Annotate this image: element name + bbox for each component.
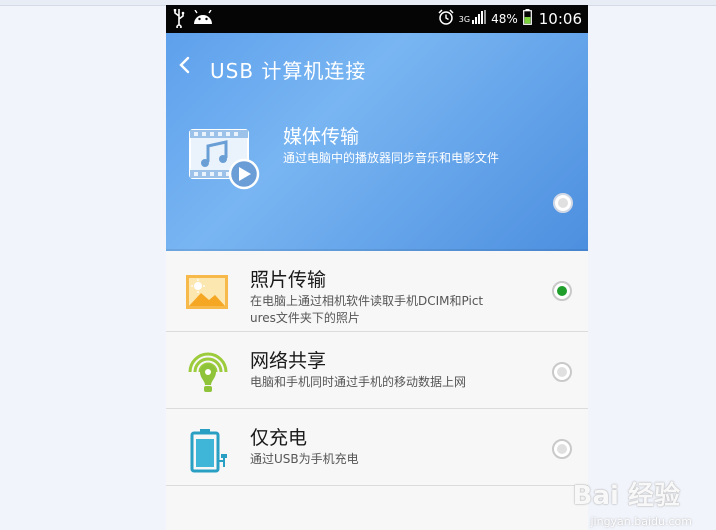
option-title: 仅充电 [250,427,308,449]
usb-icon [172,8,186,32]
option-description: 在电脑上通过相机软件读取手机DCIM和Pictures文件夹下的照片 [250,294,484,325]
media-transfer-radio[interactable] [553,193,573,213]
clock: 10:06 [538,10,582,28]
alarm-icon [438,9,454,29]
option-title: 网络共享 [250,350,327,372]
watermark-url: jingyan.baidu.com [590,515,692,528]
page-title: USB 计算机连接 [210,59,367,83]
media-transfer-icon [188,128,262,190]
network-share-option[interactable]: 网络共享 电脑和手机同时通过手机的移动数据上网 [166,332,588,409]
charge-only-icon [184,427,232,475]
charge-only-radio[interactable] [552,439,572,459]
battery-icon [522,9,532,29]
phone-screen: 3G 48% 10:06 USB 计算机连接 媒体传输 通过电脑中的播放器同步音… [166,5,588,530]
photo-transfer-icon [184,269,232,317]
photo-transfer-radio[interactable] [552,281,572,301]
option-description: 通过电脑中的播放器同步音乐和电影文件 [283,151,500,165]
watermark-logo: Bai 经验 [572,481,680,511]
network-share-icon [184,350,232,398]
option-description: 通过USB为手机充电 [250,452,359,466]
battery-percent: 48% [491,12,518,26]
option-title: 照片传输 [250,269,327,291]
option-title: 媒体传输 [283,126,360,148]
media-transfer-option[interactable]: USB 计算机连接 媒体传输 通过电脑中的播放器同步音乐和电影文件 [166,33,588,251]
back-arrow-icon[interactable] [178,55,192,75]
network-type: 3G [458,14,471,24]
option-description: 电脑和手机同时通过手机的移动数据上网 [250,375,467,389]
network-share-radio[interactable] [552,362,572,382]
connection-options-list: 照片传输 在电脑上通过相机软件读取手机DCIM和Pictures文件夹下的照片 … [166,251,588,486]
photo-transfer-option[interactable]: 照片传输 在电脑上通过相机软件读取手机DCIM和Pictures文件夹下的照片 [166,251,588,332]
android-icon [192,9,214,30]
charge-only-option[interactable]: 仅充电 通过USB为手机充电 [166,409,588,486]
signal-icon [472,10,487,28]
status-bar: 3G 48% 10:06 [166,5,588,33]
